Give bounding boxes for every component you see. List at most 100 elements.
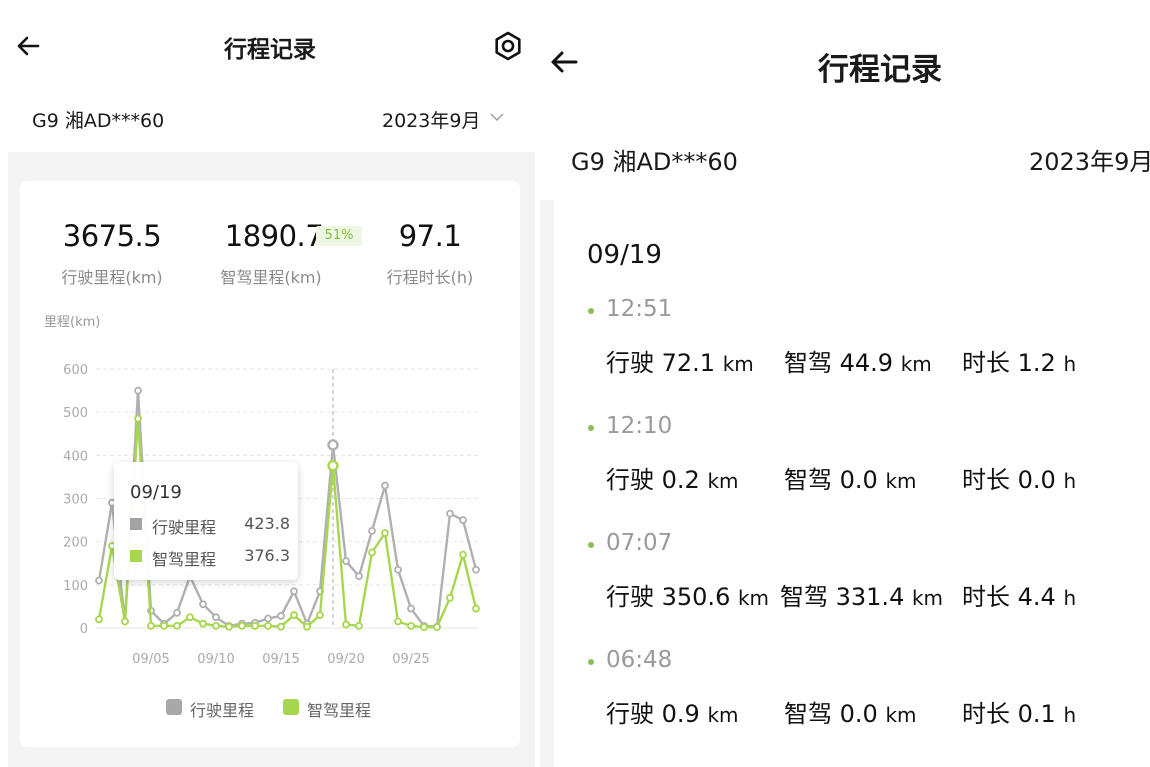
stats-panel: 行程记录 G9 湘AD***60 2023年9月 3675.5 行驶里程(km)… [0, 0, 535, 767]
data-point-smart [446, 593, 454, 602]
smart-series-swatch [130, 550, 142, 562]
tooltip-drive-label: 行驶里程 [152, 518, 217, 537]
data-point-smart [381, 529, 389, 537]
trip-start-time: 07:07 [606, 530, 673, 556]
data-point-smart [433, 623, 441, 632]
y-tick-label: 600 [63, 363, 88, 378]
y-tick-label: 500 [63, 406, 88, 421]
y-tick-label: 100 [63, 579, 88, 594]
back-arrow-icon[interactable] [548, 46, 580, 78]
side-divider [540, 200, 554, 767]
data-point-drive [355, 572, 363, 581]
tooltip-smart-label: 智驾里程 [152, 550, 217, 569]
trip-drive-distance: 行驶 350.6 km [606, 583, 770, 611]
chevron-down-icon[interactable] [490, 112, 504, 122]
x-tick-label: 09/20 [327, 652, 364, 667]
data-point-smart [134, 414, 142, 423]
data-point-drive [199, 600, 207, 609]
data-point-smart [459, 550, 467, 559]
tooltip-drive-value: 423.8 [244, 514, 290, 533]
data-point-smart [277, 622, 285, 631]
tooltip-date: 09/19 [130, 482, 182, 503]
data-point-smart [160, 621, 168, 630]
data-point-smart [225, 622, 233, 631]
y-tick-label: 0 [80, 622, 88, 637]
back-arrow-icon[interactable] [14, 32, 42, 60]
timeline-dot-icon [588, 308, 594, 314]
smart-drive-percent-badge: 51% [316, 226, 362, 246]
trip-duration-label: 行程时长(h) [386, 268, 474, 287]
trip-smart-distance: 智驾 0.0 km [784, 700, 917, 728]
y-axis-label: 里程(km) [44, 315, 100, 330]
settings-icon[interactable] [492, 30, 524, 62]
data-point-smart [355, 621, 363, 630]
y-tick-label: 400 [63, 449, 88, 464]
legend-item-drive[interactable]: 行驶里程 [166, 697, 276, 720]
data-point-smart [420, 623, 428, 632]
month-selector[interactable]: 2023年9月 [382, 106, 480, 133]
trip-start-time: 06:48 [606, 647, 673, 673]
data-point-drive [368, 526, 376, 535]
data-point-smart [394, 617, 402, 626]
data-point-drive [342, 557, 350, 565]
data-point-drive [394, 565, 402, 574]
data-point-smart [303, 622, 311, 631]
trip-duration: 时长 4.4 h [962, 583, 1077, 611]
data-point-drive [173, 608, 181, 617]
legend-swatch-drive [166, 699, 182, 715]
trip-duration-value: 97.1 [398, 219, 462, 253]
trip-smart-distance: 智驾 331.4 km [780, 583, 944, 611]
chart-tooltip: 09/19 行驶里程 423.8 智驾里程 376.3 [114, 462, 298, 580]
data-point-drive [381, 481, 389, 490]
timeline-dot-icon [588, 659, 594, 665]
data-point-smart [290, 611, 298, 619]
data-point-drive [277, 612, 285, 620]
data-point-drive [407, 604, 415, 613]
data-point-smart [251, 621, 259, 630]
data-point-drive [472, 565, 480, 574]
tooltip-drive-row: 行驶里程 423.8 [130, 514, 290, 537]
trip-drive-distance: 行驶 72.1 km [606, 349, 754, 377]
trip-list-panel: 行程记录 G9 湘AD***60 2023年9月 09/19 12:51 行驶 7… [540, 0, 1150, 767]
x-tick-label: 09/05 [132, 652, 169, 667]
tooltip-smart-row: 智驾里程 376.3 [130, 546, 290, 569]
y-tick-label: 300 [63, 493, 88, 508]
x-tick-label: 09/25 [392, 652, 429, 667]
data-point-smart [212, 621, 220, 630]
trip-duration: 时长 0.1 h [962, 700, 1077, 728]
data-point-smart [342, 620, 350, 629]
data-point-smart [316, 611, 324, 619]
vehicle-plate: G9 湘AD***60 [571, 148, 738, 176]
tooltip-smart-value: 376.3 [244, 546, 290, 565]
data-point-smart [121, 617, 129, 626]
x-tick-label: 09/15 [262, 652, 299, 667]
trip-drive-distance: 行驶 0.2 km [606, 466, 739, 494]
page-title: 行程记录 [818, 52, 942, 88]
drive-series-swatch [130, 518, 142, 530]
legend-item-smart[interactable]: 智驾里程 [283, 697, 393, 720]
legend-label-smart: 智驾里程 [307, 701, 372, 720]
y-tick-label: 200 [63, 536, 88, 551]
data-point-drive [446, 509, 454, 518]
data-point-smart [186, 613, 194, 622]
data-point-smart [472, 604, 480, 613]
trip-smart-distance: 智驾 44.9 km [784, 349, 932, 377]
timeline-dot-icon [588, 425, 594, 431]
drive-distance-value: 3675.5 [62, 219, 162, 253]
legend-swatch-smart [283, 699, 299, 715]
trip-duration: 时长 1.2 h [962, 349, 1077, 377]
data-point-smart [327, 459, 339, 472]
trip-day-heading: 09/19 [587, 240, 662, 270]
data-point-drive [327, 439, 339, 451]
page-title: 行程记录 [224, 37, 316, 63]
data-point-drive [212, 613, 220, 622]
month-selector[interactable]: 2023年9月 [1029, 142, 1150, 177]
data-point-smart [264, 621, 272, 630]
timeline-dot-icon [588, 542, 594, 548]
trip-smart-distance: 智驾 0.0 km [784, 466, 917, 494]
data-point-smart [238, 621, 246, 630]
trip-duration: 时长 0.0 h [962, 466, 1077, 494]
drive-distance-label: 行驶里程(km) [61, 268, 163, 287]
data-point-drive [264, 614, 272, 623]
vehicle-plate: G9 湘AD***60 [32, 110, 165, 132]
